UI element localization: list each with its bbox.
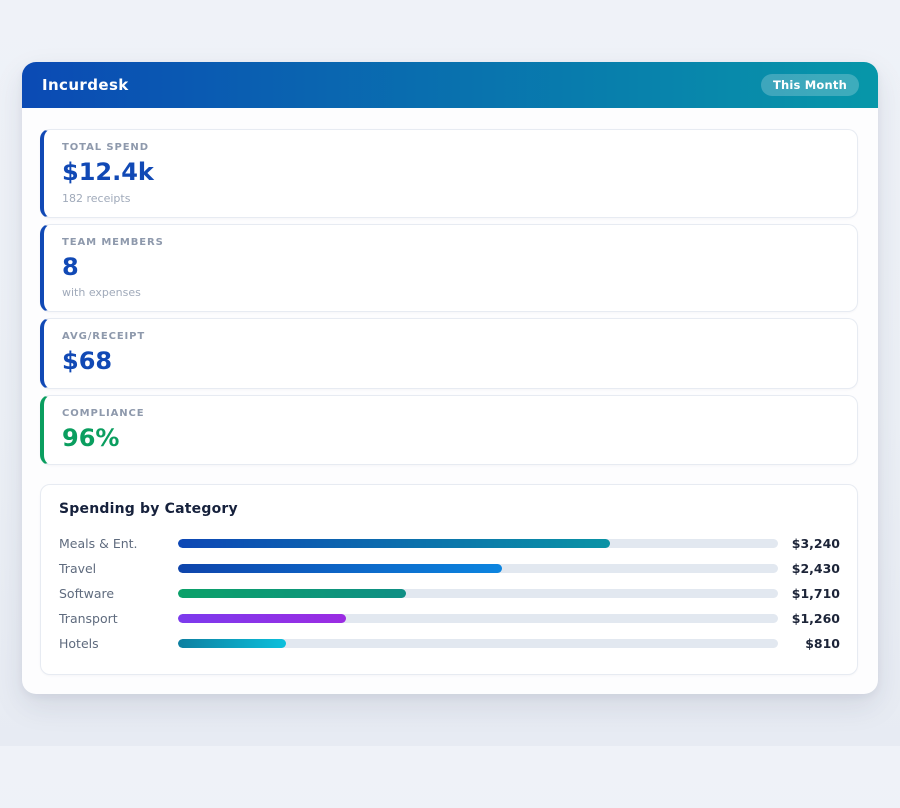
category-bar-fill	[178, 589, 406, 598]
category-bar-fill	[178, 539, 610, 548]
category-label: Transport	[59, 611, 178, 626]
stat-card-compliance: COMPLIANCE 96%	[40, 395, 858, 466]
category-label: Meals & Ent.	[59, 536, 178, 551]
category-label: Hotels	[59, 636, 178, 651]
category-bar-fill	[178, 614, 346, 623]
chart-title: Spending by Category	[59, 501, 840, 517]
period-badge[interactable]: This Month	[761, 74, 859, 96]
category-bar-track	[178, 614, 778, 623]
spending-by-category-chart: Spending by Category Meals & Ent. $3,240 T…	[40, 484, 858, 675]
category-bar-track	[178, 639, 778, 648]
dashboard-content: TOTAL SPEND $12.4k 182 receipts TEAM MEM…	[22, 108, 878, 694]
app-header: Incurdesk This Month	[22, 62, 878, 108]
category-value: $3,240	[778, 536, 840, 551]
category-row: Meals & Ent. $3,240	[59, 531, 840, 556]
category-row: Travel $2,430	[59, 556, 840, 581]
app-title: Incurdesk	[42, 76, 129, 94]
category-label: Travel	[59, 561, 178, 576]
stat-label: COMPLIANCE	[62, 408, 839, 419]
stat-value: 96%	[62, 425, 839, 453]
category-bar-track	[178, 539, 778, 548]
dashboard-card: Incurdesk This Month TOTAL SPEND $12.4k …	[22, 62, 878, 694]
stat-card-team-members: TEAM MEMBERS 8 with expenses	[40, 224, 858, 313]
category-value: $810	[778, 636, 840, 651]
category-row: Software $1,710	[59, 581, 840, 606]
stat-card-avg-receipt: AVG/RECEIPT $68	[40, 318, 858, 389]
stat-value: $68	[62, 348, 839, 376]
stat-value: 8	[62, 254, 839, 282]
stat-card-total-spend: TOTAL SPEND $12.4k 182 receipts	[40, 129, 858, 218]
category-row: Hotels $810	[59, 631, 840, 656]
stat-subtext: with expenses	[62, 286, 839, 299]
category-value: $1,260	[778, 611, 840, 626]
stat-label: TEAM MEMBERS	[62, 237, 839, 248]
category-label: Software	[59, 586, 178, 601]
category-row: Transport $1,260	[59, 606, 840, 631]
stat-value: $12.4k	[62, 159, 839, 187]
category-bar-track	[178, 589, 778, 598]
category-bar-fill	[178, 564, 502, 573]
stat-label: AVG/RECEIPT	[62, 331, 839, 342]
category-value: $2,430	[778, 561, 840, 576]
stat-label: TOTAL SPEND	[62, 142, 839, 153]
category-bar-track	[178, 564, 778, 573]
category-value: $1,710	[778, 586, 840, 601]
category-bars: Meals & Ent. $3,240 Travel $2,430 Software $1…	[59, 531, 840, 656]
stat-subtext: 182 receipts	[62, 192, 839, 205]
category-bar-fill	[178, 639, 286, 648]
